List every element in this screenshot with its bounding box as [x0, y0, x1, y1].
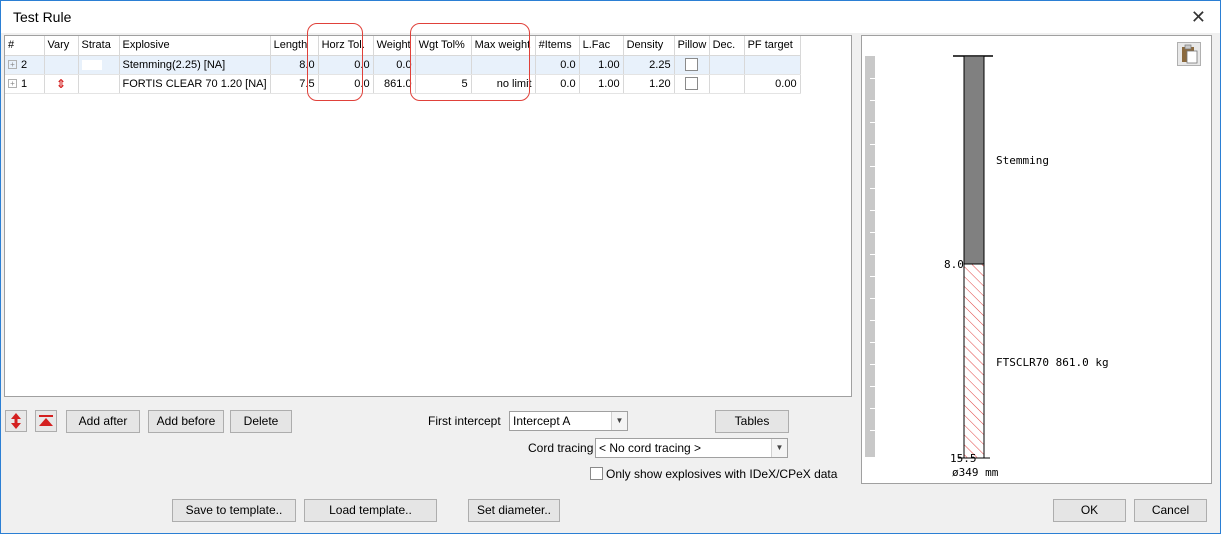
load-template-button[interactable]: Load template.. [304, 499, 437, 522]
cord-tracing-label: Cord tracing [528, 441, 594, 455]
cord-tracing-value: < No cord tracing > [599, 441, 702, 455]
items-cell[interactable]: 0.0 [535, 55, 580, 75]
col-header-explosive[interactable]: Explosive [119, 36, 271, 56]
test-rule-dialog: Test Rule ✕ # Vary Strata Explosive Leng… [0, 0, 1221, 534]
stemming-deck [963, 55, 985, 265]
density-cell[interactable]: 1.20 [623, 74, 675, 94]
first-intercept-value: Intercept A [513, 414, 571, 428]
pf-target-cell[interactable]: 0.00 [744, 74, 801, 94]
move-top-button[interactable] [35, 410, 57, 432]
table-row[interactable]: +2 Stemming(2.25) [NA] 8.0 0.0 0.0 0.0 1… [5, 55, 801, 75]
expand-icon[interactable]: + [8, 60, 17, 70]
explosive-cell[interactable]: FORTIS CLEAR 70 1.20 [NA] [119, 74, 271, 94]
density-cell[interactable]: 2.25 [623, 55, 675, 75]
diameter-label: ø349 mm [952, 466, 999, 479]
col-header-density[interactable]: Density [623, 36, 675, 56]
length-cell[interactable]: 8.0 [270, 55, 319, 75]
add-before-button[interactable]: Add before [148, 410, 224, 433]
only-show-label: Only show explosives with IDeX/CPeX data [606, 467, 838, 481]
strata-swatch [81, 59, 102, 70]
lfac-cell[interactable]: 1.00 [579, 74, 624, 94]
first-intercept-select[interactable]: Intercept A ▼ [509, 411, 628, 431]
table-row[interactable]: +1 ⇕ FORTIS CLEAR 70 1.20 [NA] 7.5 0.0 8… [5, 74, 801, 94]
depth-mid-label: 8.0 [944, 258, 964, 271]
move-top-icon [39, 415, 53, 426]
col-header-pillow[interactable]: Pillow [674, 36, 710, 56]
cord-tracing-select[interactable]: < No cord tracing > ▼ [595, 438, 788, 458]
col-header-max-weight[interactable]: Max weight [471, 36, 536, 56]
explosive-deck [963, 263, 985, 459]
chevron-down-icon: ▼ [611, 412, 627, 430]
window-title: Test Rule [13, 9, 72, 25]
first-intercept-label: First intercept [428, 414, 501, 428]
row-number: 2 [21, 58, 28, 71]
vary-cell[interactable] [44, 55, 79, 75]
stemming-label: Stemming [996, 154, 1049, 167]
max-weight-cell[interactable]: no limit [471, 74, 536, 94]
col-header-num[interactable]: # [5, 36, 45, 56]
strata-cell[interactable] [78, 74, 120, 94]
horz-tol-cell[interactable]: 0.0 [318, 55, 374, 75]
vary-cell[interactable]: ⇕ [44, 74, 79, 94]
hole-column [953, 55, 993, 459]
dec-cell[interactable] [709, 74, 745, 94]
weight-cell[interactable]: 861.0 [373, 74, 416, 94]
wgt-tol-cell[interactable] [415, 55, 472, 75]
col-header-length[interactable]: Length [270, 36, 319, 56]
chevron-down-icon: ▼ [771, 439, 787, 457]
wgt-tol-cell[interactable]: 5 [415, 74, 472, 94]
pillow-cell [674, 74, 710, 94]
tables-button[interactable]: Tables [715, 410, 789, 433]
ok-button[interactable]: OK [1053, 499, 1126, 522]
close-icon[interactable]: ✕ [1191, 7, 1206, 28]
col-header-wgt-tol[interactable]: Wgt Tol% [415, 36, 472, 56]
col-header-horz-tol[interactable]: Horz Tol. [318, 36, 374, 56]
lfac-cell[interactable]: 1.00 [579, 55, 624, 75]
blasthole-diagram: Stemming FTSCLR70 861.0 kg 8.0 15.5 ø349… [861, 35, 1212, 484]
row-number: 1 [21, 77, 28, 90]
title-bar: Test Rule ✕ [1, 1, 1220, 33]
vary-arrow-icon: ⇕ [55, 76, 67, 91]
only-show-checkbox[interactable] [590, 467, 603, 480]
add-after-button[interactable]: Add after [66, 410, 140, 433]
pf-target-cell[interactable] [744, 55, 801, 75]
updown-arrow-icon [11, 413, 21, 429]
horz-tol-cell[interactable]: 0.0 [318, 74, 374, 94]
explosive-label: FTSCLR70 861.0 kg [996, 356, 1109, 369]
col-header-items[interactable]: #Items [535, 36, 580, 56]
weight-cell[interactable]: 0.0 [373, 55, 416, 75]
items-cell[interactable]: 0.0 [535, 74, 580, 94]
col-header-vary[interactable]: Vary [44, 36, 79, 56]
col-header-pf-target[interactable]: PF target [744, 36, 801, 56]
col-header-lfac[interactable]: L.Fac [579, 36, 624, 56]
cancel-button[interactable]: Cancel [1134, 499, 1207, 522]
grid-header-row: # Vary Strata Explosive Length Horz Tol.… [5, 36, 801, 56]
depth-bottom-label: 15.5 [950, 452, 977, 465]
dec-cell[interactable] [709, 55, 745, 75]
pillow-checkbox[interactable] [685, 77, 699, 90]
move-deck-button[interactable] [5, 410, 27, 432]
strata-cell[interactable] [78, 55, 120, 75]
save-template-button[interactable]: Save to template.. [172, 499, 296, 522]
max-weight-cell[interactable] [471, 55, 536, 75]
explosive-deck-grid[interactable]: # Vary Strata Explosive Length Horz Tol.… [4, 35, 852, 397]
length-cell[interactable]: 7.5 [270, 74, 319, 94]
pillow-cell [674, 55, 710, 75]
set-diameter-button[interactable]: Set diameter.. [468, 499, 560, 522]
delete-button[interactable]: Delete [230, 410, 292, 433]
expand-icon[interactable]: + [8, 79, 17, 89]
col-header-weight[interactable]: Weight [373, 36, 416, 56]
col-header-dec[interactable]: Dec. [709, 36, 745, 56]
pillow-checkbox[interactable] [685, 58, 699, 71]
explosive-cell[interactable]: Stemming(2.25) [NA] [119, 55, 271, 75]
col-header-strata[interactable]: Strata [78, 36, 120, 56]
